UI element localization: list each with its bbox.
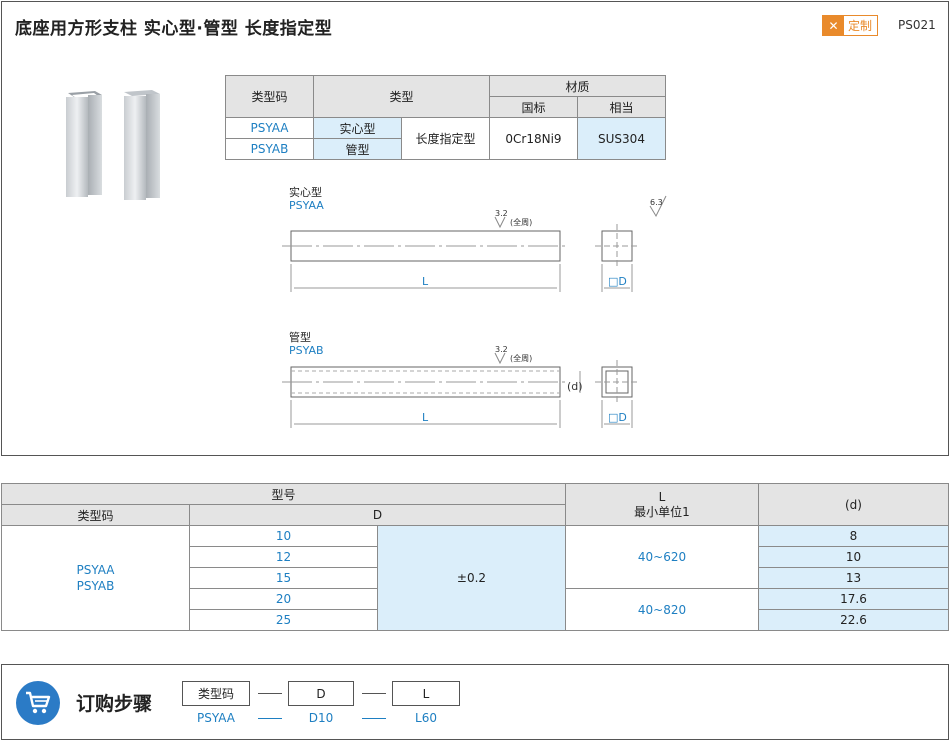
size-d-cell: 13: [758, 567, 949, 589]
size-header-L-name: L: [658, 489, 666, 504]
pipe-dim-d: (d): [567, 380, 583, 393]
cart-icon: [16, 681, 60, 725]
roughness-general: 6.3: [650, 198, 663, 207]
size-tolerance: ±0.2: [377, 525, 566, 631]
size-code-cell: PSYAA PSYAB: [1, 525, 190, 631]
technical-drawing: 3.2 (全周) 6.3 3.2 (全周) L □D L □D (d): [282, 195, 667, 428]
size-code: PSYAA: [76, 563, 115, 577]
size-D-cell: 12: [189, 546, 378, 568]
order-field-L: L: [392, 681, 460, 706]
size-D-cell: 10: [189, 525, 378, 547]
size-header-L: L 最小单位1: [565, 483, 759, 526]
pipe-dim-L: L: [422, 411, 429, 424]
order-example-D: D10: [308, 711, 334, 725]
size-header-d: (d): [758, 483, 949, 526]
size-code: PSYAB: [76, 579, 115, 593]
size-L-range: 40~620: [565, 525, 759, 589]
size-header-L-unit: 最小单位1: [634, 504, 690, 519]
solid-dim-L: L: [422, 275, 429, 288]
order-field-type-code: 类型码: [182, 681, 250, 706]
roughness-all: (全周): [510, 217, 532, 227]
size-d-cell: 17.6: [758, 588, 949, 610]
size-d-cell: 22.6: [758, 609, 949, 631]
order-example-code: PSYAA: [196, 711, 235, 725]
size-D-cell: 15: [189, 567, 378, 589]
roughness-all: (全周): [510, 353, 532, 363]
order-example-L: L60: [415, 711, 437, 725]
size-L-range: 40~820: [565, 588, 759, 631]
size-d-cell: 8: [758, 525, 949, 547]
order-steps-title: 订购步骤: [76, 693, 153, 715]
order-field-D: D: [288, 681, 354, 706]
size-D-cell: 20: [189, 588, 378, 610]
roughness-value: 3.2: [495, 209, 508, 218]
solid-dim-D: □D: [608, 275, 627, 288]
roughness-symbol: [494, 216, 506, 229]
pipe-dim-D: □D: [608, 411, 627, 424]
order-example-separator: [258, 718, 282, 719]
order-separator: [258, 693, 282, 694]
size-d-cell: 10: [758, 546, 949, 568]
order-steps-panel: 订购步骤 类型码 D L PSYAA D10 L60: [1, 664, 949, 740]
size-header-type-code: 类型码: [1, 504, 190, 526]
order-example-separator: [362, 718, 386, 719]
roughness-value: 3.2: [495, 345, 508, 354]
size-D-cell: 25: [189, 609, 378, 631]
order-separator: [362, 693, 386, 694]
size-header-D: D: [189, 504, 566, 526]
roughness-symbol: [494, 352, 506, 365]
size-header-model: 型号: [1, 483, 566, 505]
size-table: 型号 L 最小单位1 (d) 类型码 D PSYAA PSYAB 10 ±0.2…: [1, 483, 949, 631]
